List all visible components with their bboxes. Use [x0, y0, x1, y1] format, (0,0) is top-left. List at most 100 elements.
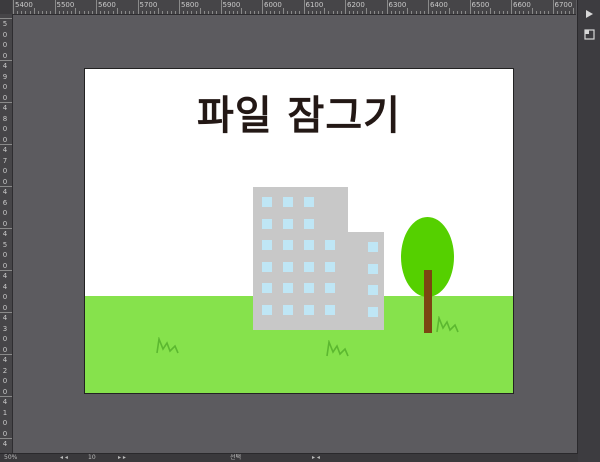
ruler-minor-tick	[544, 11, 546, 14]
ruler-label: 0	[2, 167, 8, 175]
building-window	[283, 283, 293, 293]
ruler-minor-tick	[490, 8, 492, 14]
ruler-minor-tick	[270, 11, 272, 14]
layers-icon[interactable]	[581, 26, 597, 42]
ruler-minor-tick	[556, 11, 558, 14]
ruler-label: 6700	[554, 1, 573, 9]
ruler-label: 2	[2, 366, 8, 375]
grass-tuft-icon	[156, 337, 179, 354]
ruler-minor-tick	[440, 11, 442, 14]
ruler-minor-tick	[398, 11, 400, 14]
ruler-label: 4	[2, 398, 8, 406]
building-window	[368, 306, 378, 317]
horizontal-ruler[interactable]: 5400 5500 5600 5700 5800 5900 6000 6100 6200 6300…	[0, 0, 576, 15]
ruler-minor-tick	[436, 11, 438, 14]
ruler-label: 5700	[139, 1, 158, 9]
ruler-minor-tick	[66, 11, 68, 14]
building-window	[368, 263, 378, 274]
ruler-minor-tick	[133, 11, 135, 14]
ruler-tick	[54, 0, 56, 14]
ruler-minor-tick	[17, 11, 19, 14]
ruler-minor-tick	[91, 11, 93, 14]
ruler-minor-tick	[104, 11, 106, 14]
vertical-ruler[interactable]: 5 0 0 0 4 9 0 0 4 8 0 0 4 7 0 0 4 6 0 0 4 5 0 0 4 4 0 0 4 3 0 0 4 2 0 0 4 1 0 0…	[0, 14, 13, 454]
ruler-tick	[0, 144, 12, 145]
page-number[interactable]: 10	[88, 454, 96, 462]
ruler-minor-tick	[199, 8, 201, 14]
ruler-tick	[511, 0, 512, 14]
ruler-minor-tick	[403, 11, 405, 14]
ruler-tick	[469, 0, 471, 14]
ruler-label: 0	[2, 419, 8, 427]
ruler-tick	[552, 0, 554, 14]
ruler-minor-tick	[29, 11, 31, 14]
ruler-label: 5	[2, 20, 8, 28]
ruler-label: 6400	[430, 1, 448, 9]
zoom-level[interactable]: 50%	[4, 454, 17, 462]
ruler-label: 4	[2, 62, 8, 70]
ruler-tick	[0, 18, 12, 19]
ruler-minor-tick	[506, 11, 508, 14]
ruler-minor-tick	[100, 11, 102, 14]
play-icon[interactable]	[581, 6, 597, 22]
building-window	[262, 261, 272, 272]
ruler-minor-tick	[527, 11, 529, 14]
ruler-minor-tick	[324, 8, 326, 14]
ruler-minor-tick	[336, 11, 338, 14]
ruler-minor-tick	[46, 11, 48, 14]
ruler-minor-tick	[154, 11, 156, 14]
ruler-label: 4	[2, 272, 8, 280]
ruler-label: 4	[2, 104, 8, 112]
ruler-minor-tick	[291, 11, 293, 14]
ruler-minor-tick	[353, 11, 355, 14]
ruler-corner	[0, 0, 12, 14]
ruler-minor-tick	[216, 11, 218, 14]
ruler-minor-tick	[369, 11, 371, 14]
page-next-icon[interactable]: ▸ ▸	[118, 454, 126, 462]
ruler-minor-tick	[149, 11, 151, 14]
ruler-minor-tick	[502, 11, 504, 14]
ruler-label: 5900	[222, 1, 241, 9]
ruler-minor-tick	[245, 11, 247, 14]
ruler-label: 0	[2, 251, 8, 259]
ruler-tick	[0, 60, 12, 61]
ruler-label: 0	[2, 125, 8, 133]
arrow-icon[interactable]: ▸ ◂	[312, 454, 320, 462]
ruler-tick	[0, 228, 12, 229]
building-window	[304, 240, 314, 250]
building-window	[262, 197, 272, 207]
page-nav-icon[interactable]: ◂ ◂	[60, 454, 68, 462]
ruler-minor-tick	[174, 11, 176, 14]
ruler-minor-tick	[382, 11, 384, 14]
tree-trunk	[424, 270, 432, 333]
ruler-label: 0	[2, 83, 8, 91]
ruler-minor-tick	[141, 11, 143, 14]
ruler-label: 4	[2, 282, 8, 291]
ruler-tick	[0, 354, 12, 355]
ruler-label: 5800	[181, 1, 199, 9]
ruler-label: 9	[2, 72, 8, 81]
ruler-label: 5	[2, 240, 8, 249]
ruler-minor-tick	[564, 11, 566, 14]
ruler-tick	[0, 270, 12, 271]
building-window	[304, 283, 314, 293]
ruler-minor-tick	[560, 11, 562, 14]
ruler-minor-tick	[357, 11, 359, 14]
ruler-minor-tick	[415, 11, 417, 14]
ruler-minor-tick	[158, 8, 160, 14]
ruler-minor-tick	[33, 8, 35, 14]
ruler-minor-tick	[390, 11, 392, 14]
ruler-minor-tick	[257, 11, 259, 14]
ruler-label: 4	[2, 314, 8, 322]
document-canvas[interactable]: 파일 잠그기	[84, 68, 514, 394]
ruler-minor-tick	[523, 11, 525, 14]
ruler-label: 0	[2, 41, 8, 49]
ruler-label: 4	[2, 188, 8, 196]
building-window	[304, 304, 314, 315]
ruler-label: 6	[2, 198, 8, 207]
ruler-minor-tick	[473, 11, 475, 14]
building-window	[325, 261, 335, 272]
ruler-label: 6000	[264, 1, 282, 9]
ruler-tick	[262, 0, 263, 14]
ruler-label: 0	[2, 293, 8, 301]
